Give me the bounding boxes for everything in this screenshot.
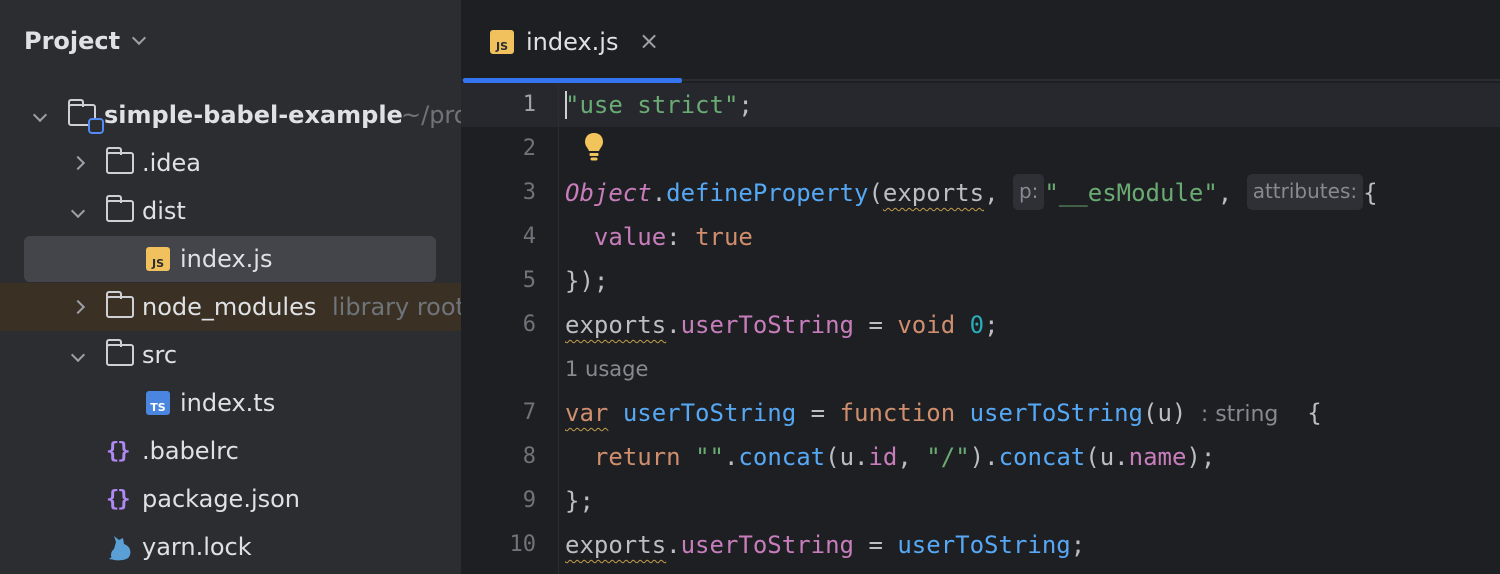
code-line-1[interactable]: "use strict"; — [565, 83, 753, 127]
usage-count-hint[interactable]: 1 usage — [565, 349, 648, 389]
tab-label: index.js — [526, 28, 619, 56]
expand-arrow-icon[interactable] — [68, 283, 88, 331]
json-braces-icon: {} — [106, 486, 130, 512]
line-number: 5 — [522, 268, 536, 293]
expand-arrow-icon[interactable] — [68, 187, 88, 235]
tree-item-library-hint: library root — [332, 293, 461, 321]
tree-item-src[interactable]: src — [0, 331, 461, 379]
tree-item-simple-babel-example[interactable]: simple-babel-example ~/pro — [0, 91, 461, 139]
close-icon[interactable]: × — [639, 28, 661, 54]
tree-item-label: package.json — [142, 485, 301, 513]
tree-item-label: dist — [142, 197, 186, 225]
expand-arrow-icon[interactable] — [68, 139, 88, 187]
lightbulb-icon[interactable] — [581, 127, 607, 167]
line-number: 4 — [522, 224, 536, 249]
line-number: 3 — [522, 180, 536, 205]
code-area[interactable]: 1 2 3 4 5 6 7 8 9 10 "use strict"; Objec… — [461, 83, 1500, 574]
tab-index-js[interactable]: JS index.js × — [461, 0, 682, 83]
code-line-8[interactable]: return "".concat(u.id, "/").concat(u.nam… — [565, 435, 1215, 479]
tree-item-yarn-lock[interactable]: yarn.lock — [0, 523, 461, 571]
tree-item-label: yarn.lock — [142, 533, 252, 561]
code-line-4[interactable]: value: true — [565, 215, 753, 259]
code-line-7[interactable]: var userToString = function userToString… — [565, 391, 1322, 435]
text-caret — [565, 91, 567, 119]
tree-item-path-hint: ~/pro — [401, 101, 461, 129]
folder-icon — [105, 283, 134, 331]
line-number: 10 — [509, 532, 537, 557]
project-panel-header[interactable]: Project — [24, 26, 147, 56]
code-line-3[interactable]: Object.defineProperty(exports, p: "__esMo… — [565, 171, 1378, 215]
json-braces-icon: {} — [106, 438, 130, 464]
editor-tab-bar: JS index.js × — [461, 0, 1500, 83]
return-type-hint: : string — [1200, 402, 1279, 427]
tree-item-src-index-ts[interactable]: TS index.ts — [0, 379, 461, 427]
tree-item-node-modules[interactable]: node_modules library root — [0, 283, 461, 331]
project-folder-icon — [67, 91, 104, 139]
expand-arrow-icon[interactable] — [68, 331, 88, 379]
expand-arrow-icon[interactable] — [30, 91, 50, 139]
tree-item-label: simple-babel-example — [104, 101, 403, 129]
tree-item-label: .idea — [142, 149, 202, 177]
line-number: 9 — [522, 488, 536, 513]
typescript-file-icon: TS — [146, 379, 170, 427]
code-line-9[interactable]: }; — [565, 479, 594, 523]
tree-item-idea[interactable]: .idea — [0, 139, 461, 187]
line-number: 2 — [522, 136, 536, 161]
folder-icon — [105, 139, 134, 187]
javascript-file-icon: JS — [490, 30, 514, 54]
line-number: 1 — [522, 92, 536, 117]
code-line-10[interactable]: exports.userToString = userToString; — [565, 523, 1085, 567]
tree-item-label: node_modules — [142, 293, 317, 321]
parameter-hint: p: — [1012, 174, 1045, 210]
tree-item-dist-index-js[interactable]: JS index.js — [0, 235, 461, 283]
line-number: 7 — [522, 400, 536, 425]
parameter-hint: attributes: — [1246, 174, 1364, 210]
code-line-6[interactable]: exports.userToString = void 0; — [565, 303, 999, 347]
folder-icon — [105, 187, 134, 235]
line-number: 6 — [522, 312, 536, 337]
tree-item-label: .babelrc — [142, 437, 239, 465]
javascript-file-icon: JS — [146, 235, 170, 283]
tree-item-package-json[interactable]: {} package.json — [0, 475, 461, 523]
folder-icon — [105, 331, 134, 379]
project-panel: Project simple-babel-example ~/pro .idea… — [0, 0, 461, 574]
tree-item-dist[interactable]: dist — [0, 187, 461, 235]
code-line-5[interactable]: }); — [565, 259, 608, 303]
tree-item-label: index.ts — [180, 389, 276, 417]
yarn-cat-icon — [106, 523, 136, 571]
code-editor: JS index.js × 1 2 3 4 5 6 7 8 9 10 "use … — [461, 0, 1500, 574]
tree-item-label: src — [142, 341, 178, 369]
tree-item-label: index.js — [180, 245, 273, 273]
line-number: 8 — [522, 444, 536, 469]
project-panel-title: Project — [24, 27, 121, 55]
chevron-down-icon[interactable] — [132, 30, 147, 46]
gutter-divider — [558, 83, 559, 574]
tree-item-babelrc[interactable]: {} .babelrc — [0, 427, 461, 475]
